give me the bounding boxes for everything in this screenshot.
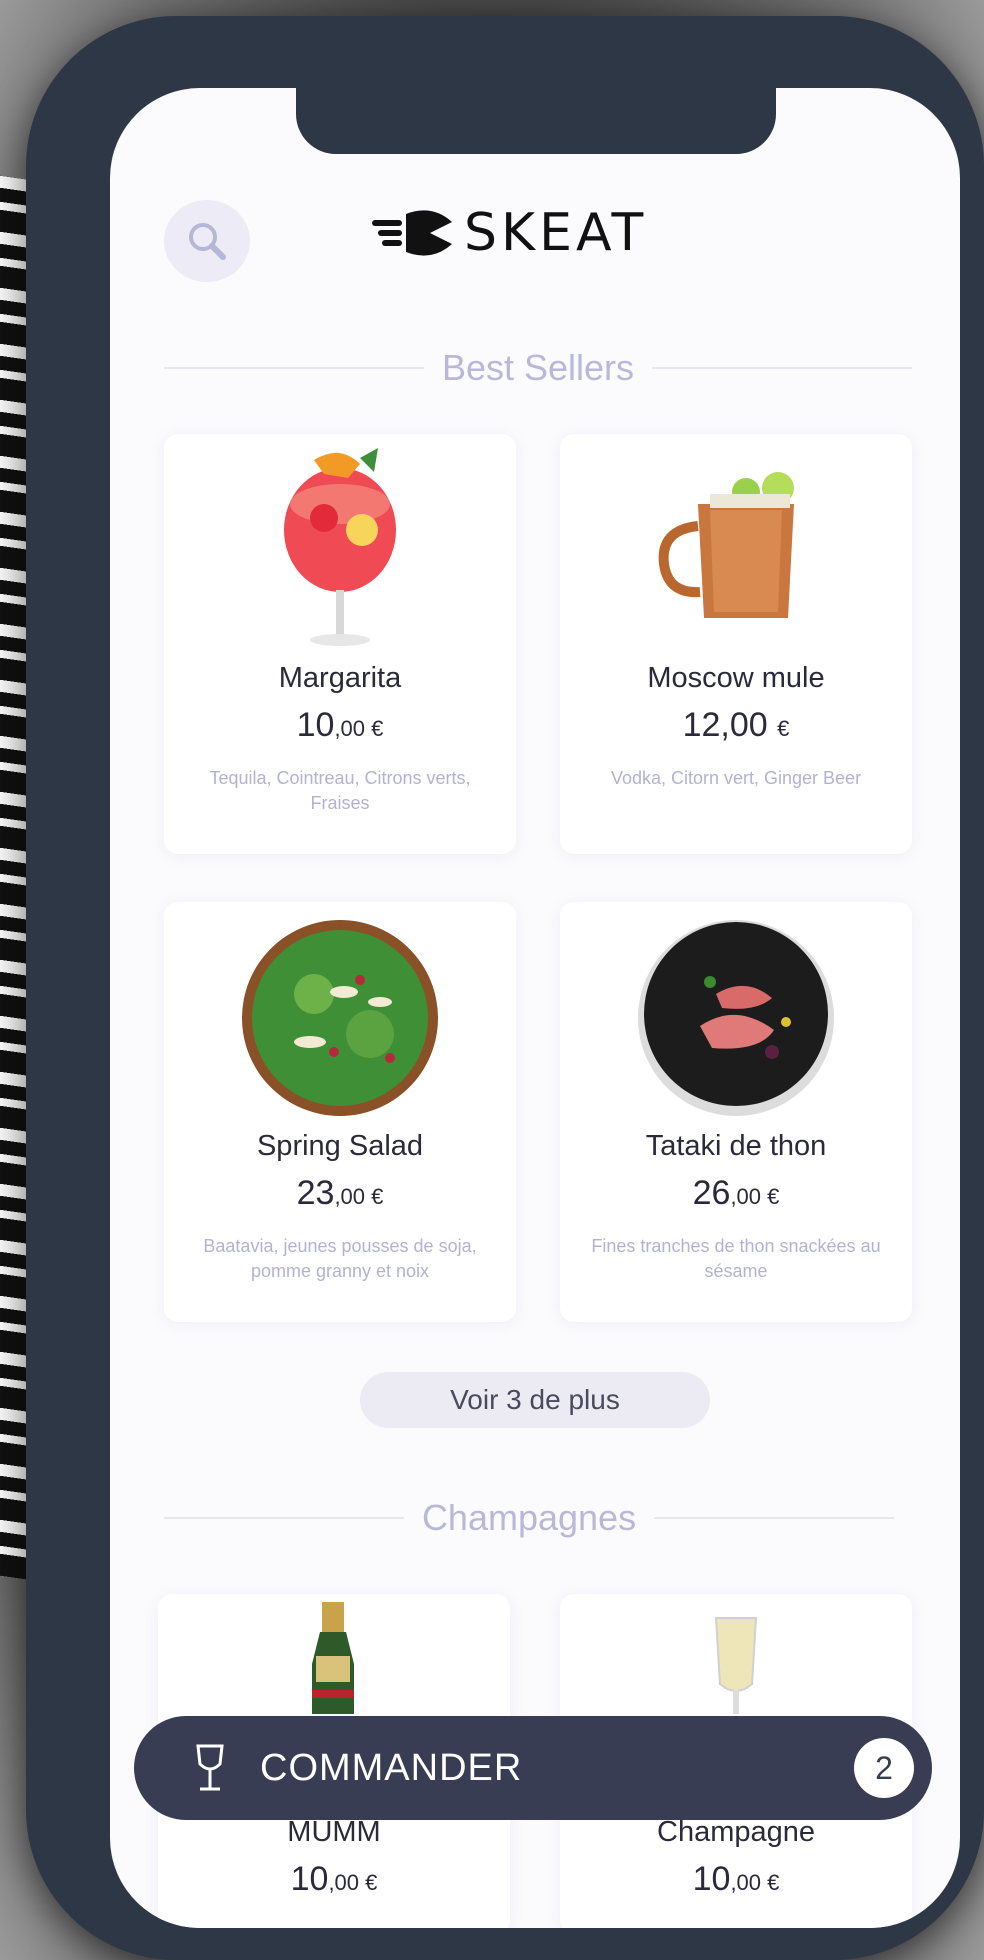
champagne-flute-image xyxy=(714,1617,758,1714)
product-price: 12,00 € xyxy=(682,706,790,744)
tuna-plate-image xyxy=(638,920,834,1116)
product-price: 23,00 € xyxy=(296,1174,384,1212)
search-button[interactable] xyxy=(164,200,250,282)
order-label: COMMANDER xyxy=(260,1746,523,1789)
product-price: 10,00 € xyxy=(692,1860,780,1898)
product-price: 10,00 € xyxy=(290,1860,378,1898)
phone-frame: SKEAT Best Sellers Margarita 10,00 € Teq… xyxy=(26,16,984,1960)
product-card-margarita[interactable]: Margarita 10,00 € Tequila, Cointreau, Ci… xyxy=(164,434,516,854)
salad-bowl-image xyxy=(242,920,438,1116)
product-card-moscow-mule[interactable]: Moscow mule 12,00 € Vodka, Citorn vert, … xyxy=(560,434,912,854)
divider-line xyxy=(164,367,424,369)
app-logo: SKEAT xyxy=(372,198,647,268)
see-more-button[interactable]: Voir 3 de plus xyxy=(360,1372,710,1428)
product-name: Moscow mule xyxy=(647,662,825,694)
cocktail-glass-image xyxy=(284,448,396,646)
product-name: Champagne xyxy=(657,1816,815,1848)
product-description: Tequila, Cointreau, Citrons verts, Frais… xyxy=(209,768,471,813)
logo-text: SKEAT xyxy=(464,203,648,263)
wine-glass-icon xyxy=(196,1744,224,1791)
product-name: Margarita xyxy=(278,662,402,694)
skeat-logo-icon xyxy=(372,210,452,256)
copper-mug-image xyxy=(658,472,794,618)
divider-line xyxy=(652,367,913,369)
divider-line xyxy=(164,1517,404,1519)
section-title-text: Best Sellers xyxy=(441,347,635,388)
product-name: MUMM xyxy=(287,1816,381,1848)
section-title-best-sellers: Best Sellers xyxy=(164,338,913,398)
product-description: Vodka, Citorn vert, Ginger Beer xyxy=(610,768,862,788)
search-icon xyxy=(189,223,226,260)
divider-line xyxy=(654,1517,895,1519)
order-button[interactable]: COMMANDER 2 xyxy=(134,1716,932,1820)
champagne-bottle-image xyxy=(312,1602,354,1714)
product-price: 26,00 € xyxy=(692,1174,780,1212)
cart-count-badge: 2 xyxy=(854,1738,914,1798)
product-name: Spring Salad xyxy=(256,1130,424,1162)
product-name: Tataki de thon xyxy=(645,1130,827,1162)
app-screen: SKEAT Best Sellers Margarita 10,00 € Teq… xyxy=(110,88,960,1928)
product-card-spring-salad[interactable]: Spring Salad 23,00 € Baatavia, jeunes po… xyxy=(164,902,516,1322)
product-card-tataki-de-thon[interactable]: Tataki de thon 26,00 € Fines tranches de… xyxy=(560,902,912,1322)
product-price: 10,00 € xyxy=(296,706,384,744)
section-title-text: Champagnes xyxy=(421,1497,637,1538)
product-description: Fines tranches de thon snackées au sésam… xyxy=(591,1236,881,1281)
product-description: Baatavia, jeunes pousses de soja, pomme … xyxy=(203,1236,477,1281)
phone-notch xyxy=(296,88,776,154)
section-title-champagnes: Champagnes xyxy=(164,1488,895,1548)
